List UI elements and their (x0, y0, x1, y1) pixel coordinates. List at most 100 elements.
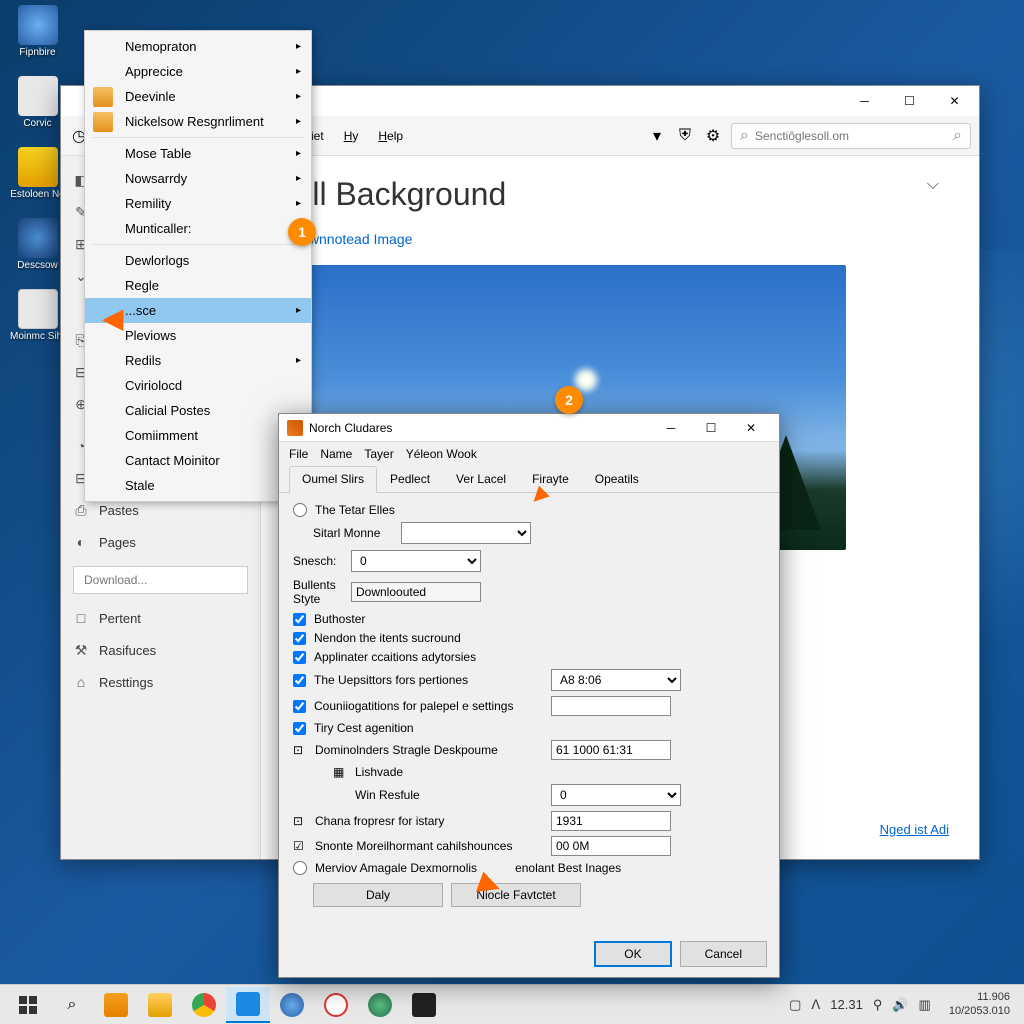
annotation-badge-1: 1 (288, 218, 316, 246)
desktop-icons: Fipnbire Corvic Estoloen No Descsow Moin… (10, 5, 65, 360)
dialog-title: Norch Cludares (287, 420, 651, 436)
taskbar-app-chrome[interactable] (182, 987, 226, 1023)
menu-tayer[interactable]: Tayer (364, 447, 393, 461)
menu-item[interactable]: Nemopraton▸ (85, 34, 311, 59)
sidebar-item-rasifuces[interactable]: ⚒Rasifuces (61, 634, 260, 666)
close-button[interactable]: ✕ (932, 87, 977, 115)
menu-item[interactable]: Remility▸ (85, 191, 311, 216)
minimize-button[interactable]: ─ (842, 87, 887, 115)
field-select[interactable]: 0 (551, 784, 681, 806)
sitarl-select[interactable] (401, 522, 531, 544)
field-input[interactable] (551, 836, 671, 856)
slesch-select[interactable]: 0 (351, 550, 481, 572)
menu-item[interactable]: Cviriolocd (85, 373, 311, 398)
maximize-button[interactable]: ☐ (887, 87, 932, 115)
dialog-close-button[interactable]: ✕ (731, 415, 771, 441)
search-box[interactable]: ⌕ ⌕ (731, 123, 971, 149)
desktop-icon-moinmc[interactable]: Moinmc Siht (10, 289, 65, 342)
sidebar-item-pertent[interactable]: □Pertent (61, 602, 260, 634)
toolbar-hy[interactable]: Hy (338, 129, 365, 143)
sidebar-item-resttings[interactable]: ⌂Resttings (61, 666, 260, 698)
dialog-menubar: File Name Tayer Yéleon Wook (279, 442, 779, 466)
tab-opeatils[interactable]: Opeatils (582, 466, 652, 492)
menu-item[interactable]: Apprecice▸ (85, 59, 311, 84)
menu-item[interactable]: Deevinle▸ (85, 84, 311, 109)
field-input[interactable] (551, 696, 671, 716)
menu-item[interactable]: Redils▸ (85, 348, 311, 373)
menu-yeleon[interactable]: Yéleon Wook (406, 447, 477, 461)
search-icon: ⌕ (740, 127, 749, 145)
taskbar-app-7[interactable] (358, 987, 402, 1023)
dialog-titlebar[interactable]: Norch Cludares ─ ☐ ✕ (279, 414, 779, 442)
dialog-maximize-button[interactable]: ☐ (691, 415, 731, 441)
menu-item[interactable]: Nowsarrdy▸ (85, 166, 311, 191)
tab-oumel[interactable]: Oumel Slirs (289, 466, 377, 493)
toolbar-help[interactable]: Help (372, 129, 409, 143)
tray-icon[interactable]: ⚲ (873, 997, 883, 1013)
taskbar-app-explorer[interactable] (138, 987, 182, 1023)
taskbar-app-active[interactable] (226, 987, 270, 1023)
annotation-arrow-1: ◀ (103, 303, 123, 334)
icon: ⎙ (73, 502, 89, 518)
checkbox[interactable] (293, 651, 306, 664)
shield-icon[interactable]: ⛨ (675, 126, 695, 146)
checkbox[interactable] (293, 674, 306, 687)
start-button[interactable] (6, 987, 50, 1023)
dropdown-caret-icon[interactable]: ⌵ (927, 176, 939, 194)
clock[interactable]: 11.906 10/2053.010 (941, 991, 1010, 1017)
dropdown-icon[interactable]: ▾ (647, 126, 667, 146)
icon: ◐ (73, 534, 89, 550)
desktop-icon-fipnbire[interactable]: Fipnbire (10, 5, 65, 58)
tray-icon[interactable]: ▥ (919, 997, 931, 1013)
menu-item[interactable]: Mose Table▸ (85, 141, 311, 166)
cancel-button[interactable]: Cancel (680, 941, 767, 967)
tray-icon[interactable]: ▢ (789, 997, 801, 1013)
taskbar-app-6[interactable] (314, 987, 358, 1023)
download-input[interactable] (73, 566, 248, 594)
bullents-input[interactable] (351, 582, 481, 602)
search-go-icon[interactable]: ⌕ (953, 127, 962, 145)
ok-button[interactable]: OK (594, 941, 671, 967)
tray-time[interactable]: 12.31 (830, 997, 863, 1012)
search-input[interactable] (755, 129, 953, 143)
submenu-arrow-icon: ▸ (296, 66, 301, 77)
dialog-title-icon (287, 420, 303, 436)
taskbar: ⌕ ▢ ᐱ 12.31 ⚲ 🔊 ▥ 11.906 10/2053.010 (0, 984, 1024, 1024)
desktop-icon-corvic[interactable]: Corvic (10, 76, 65, 129)
checkbox[interactable] (293, 722, 306, 735)
tab-pedlect[interactable]: Pedlect (377, 466, 443, 492)
menu-item[interactable]: Dewlorlogs (85, 248, 311, 273)
download-image-link[interactable]: Downnotead Image (291, 231, 949, 247)
search-button[interactable]: ⌕ (50, 987, 94, 1023)
tray-up-icon[interactable]: ᐱ (811, 997, 820, 1013)
taskbar-app-1[interactable] (94, 987, 138, 1023)
menu-name[interactable]: Name (320, 447, 352, 461)
tab-verlacel[interactable]: Ver Lacel (443, 466, 519, 492)
home-icon: ⌂ (73, 674, 89, 690)
checkbox[interactable] (293, 632, 306, 645)
taskbar-app-5[interactable] (270, 987, 314, 1023)
field-input[interactable] (551, 811, 671, 831)
checkbox[interactable] (293, 700, 306, 713)
checkbox[interactable] (293, 613, 306, 626)
field-select[interactable]: A8 8:06 (551, 669, 681, 691)
dialog-minimize-button[interactable]: ─ (651, 415, 691, 441)
tray-volume-icon[interactable]: 🔊 (892, 997, 908, 1013)
desktop-icon-descsow[interactable]: Descsow (10, 218, 65, 271)
footer-link[interactable]: Nged ist Adi (880, 822, 949, 837)
page-title: All Background (291, 176, 949, 213)
radio-tetar[interactable] (293, 503, 307, 517)
radio-merviov[interactable] (293, 861, 307, 875)
niocle-button[interactable]: Niocle Favtctet (451, 883, 581, 907)
daly-button[interactable]: Daly (313, 883, 443, 907)
dialog-footer: OK Cancel (594, 941, 767, 967)
menu-item[interactable]: Regle (85, 273, 311, 298)
gear-icon[interactable]: ⚙ (703, 126, 723, 146)
desktop-icon-estoloen[interactable]: Estoloen No (10, 147, 65, 200)
taskbar-app-8[interactable] (402, 987, 446, 1023)
menu-item[interactable]: Nickelsow Resgnrliment▸ (85, 109, 311, 134)
menu-file[interactable]: File (289, 447, 308, 461)
field-input[interactable] (551, 740, 671, 760)
sidebar-item-pages[interactable]: ◐Pages (61, 526, 260, 558)
menu-item[interactable]: Munticaller: (85, 216, 311, 241)
